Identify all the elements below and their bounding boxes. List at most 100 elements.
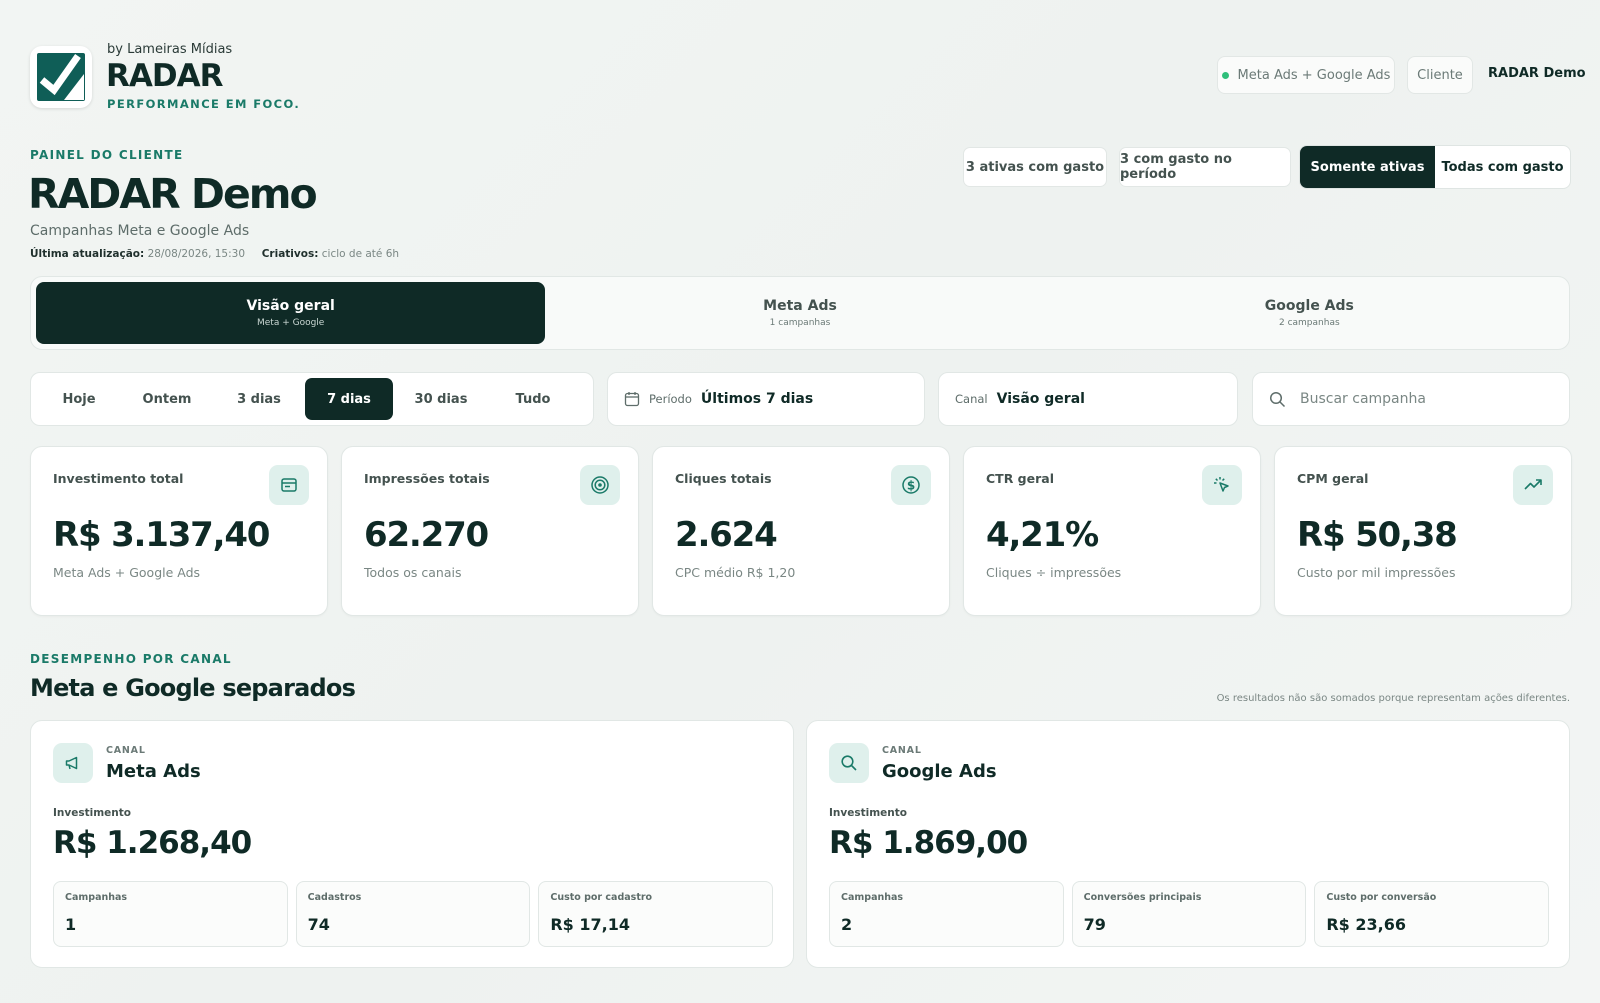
stat-value: R$ 17,14 [550,915,630,934]
updated-label: Última atualização: [30,248,145,260]
kpi-label: Investimento total [53,471,184,486]
kpi-label: Cliques totais [675,471,772,486]
range-yesterday-button[interactable]: Ontem [121,378,213,420]
brand-tagline: PERFORMANCE EM FOCO. [107,97,301,111]
brand-byline: by Lameiras Mídias [107,42,233,57]
click-icon [1202,465,1242,505]
channel-eyebrow: CANAL [106,745,146,756]
wallet-icon [269,465,309,505]
stat-value: 1 [65,915,77,934]
stat-box: Cadastros 74 [295,881,531,947]
logo-check-icon [37,53,85,101]
search-placeholder: Buscar campanha [1300,391,1426,407]
tab-overview[interactable]: Visão geral Meta + Google [36,282,546,344]
creatives-label: Criativos: [261,248,319,260]
kpi-card-impressions: Impressões totais 62.270 Todos os canais [341,446,639,616]
campaign-filter-toggle: Somente ativas Todas com gasto [1299,145,1571,189]
kpi-subtext: CPC médio R$ 1,20 [675,565,796,580]
tab-title: Meta Ads [763,298,837,314]
kpi-value: R$ 3.137,40 [53,515,270,555]
kpi-subtext: Custo por mil impressões [1297,565,1456,580]
page-subtitle: Campanhas Meta e Google Ads [30,223,250,239]
megaphone-icon [53,743,93,783]
stat-label: Campanhas [841,892,904,903]
channel-stats: Campanhas 1 Cadastros 74 Custo por cadas… [53,881,774,947]
search-icon [829,743,869,783]
stat-box: Conversões principais 79 [1071,881,1307,947]
page-eyebrow: PAINEL DO CLIENTE [30,148,184,162]
stat-box: Custo por cadastro R$ 17,14 [538,881,774,947]
channel-name: Meta Ads [106,761,201,782]
status-dot-icon [1221,71,1229,79]
kpi-subtext: Cliques ÷ impressões [986,565,1122,580]
client-pill[interactable]: Cliente [1407,56,1473,94]
svg-text:$: $ [907,479,915,493]
range-all-button[interactable]: Tudo [489,378,577,420]
search-icon [1269,391,1286,407]
kpi-subtext: Todos os canais [364,565,462,580]
channel-label: Canal [955,392,988,406]
channel-select[interactable]: Canal Visão geral [938,372,1238,426]
stat-box: Campanhas 2 [829,881,1064,947]
section-eyebrow: DESEMPENHO POR CANAL [30,652,232,666]
only-active-button[interactable]: Somente ativas [1300,146,1435,188]
kpi-value: 2.624 [675,515,778,555]
period-label: Período [649,392,692,406]
all-with-spend-button[interactable]: Todas com gasto [1435,146,1570,188]
spend-in-period-button[interactable]: 3 com gasto no período [1119,147,1291,187]
target-icon [580,465,620,505]
range-today-button[interactable]: Hoje [37,378,121,420]
trend-up-icon [1513,465,1553,505]
channels-status-pill[interactable]: Meta Ads + Google Ads [1217,56,1395,94]
tab-google-ads[interactable]: Google Ads 2 campanhas [1055,282,1564,344]
channel-value: Visão geral [996,391,1085,407]
kpi-value: R$ 50,38 [1297,515,1458,555]
channel-card-meta: CANAL Meta Ads Investimento R$ 1.268,40 … [30,720,794,968]
brand-logo [30,46,92,108]
stat-label: Custo por conversão [1326,892,1437,903]
kpi-card-ctr: CTR geral 4,21% Cliques ÷ impressões [963,446,1261,616]
tab-subtitle: 1 campanhas [769,318,831,328]
channel-stats: Campanhas 2 Conversões principais 79 Cus… [829,881,1550,947]
period-select[interactable]: Período Últimos 7 dias [607,372,925,426]
date-range-selector: Hoje Ontem 3 dias 7 dias 30 dias Tudo [30,372,594,426]
stat-value: R$ 23,66 [1326,915,1406,934]
brand-name: RADAR [106,58,223,94]
search-input[interactable]: Buscar campanha [1252,372,1570,426]
tab-subtitle: 2 campanhas [1278,318,1340,328]
kpi-label: CPM geral [1297,471,1369,486]
range-3-days-button[interactable]: 3 dias [213,378,305,420]
stat-label: Cadastros [307,892,362,903]
kpi-label: CTR geral [986,471,1054,486]
calendar-icon [624,392,640,407]
stat-box: Custo por conversão R$ 23,66 [1314,881,1550,947]
active-with-spend-button[interactable]: 3 ativas com gasto [963,147,1107,187]
range-30-days-button[interactable]: 30 dias [393,378,489,420]
stat-value: 2 [841,915,853,934]
update-info: Última atualização: 28/08/2026, 15:30 Cr… [30,248,399,260]
channels-status-label: Meta Ads + Google Ads [1237,67,1391,83]
kpi-value: 62.270 [364,515,489,555]
stat-label: Campanhas [65,892,128,903]
kpi-card-cpm: CPM geral R$ 50,38 Custo por mil impress… [1274,446,1572,616]
kpi-card-clicks: Cliques totais $ 2.624 CPC médio R$ 1,20 [652,446,950,616]
channel-tabs: Visão geral Meta + Google Meta Ads 1 cam… [30,276,1570,350]
section-note: Os resultados não são somados porque rep… [1216,693,1570,704]
investment-label: Investimento [829,807,907,819]
investment-label: Investimento [53,807,131,819]
channel-card-google: CANAL Google Ads Investimento R$ 1.869,0… [806,720,1570,968]
kpi-value: 4,21% [986,515,1099,555]
period-value: Últimos 7 dias [700,391,814,407]
creatives-value: ciclo de até 6h [321,248,400,260]
investment-value: R$ 1.268,40 [53,825,252,861]
investment-value: R$ 1.869,00 [829,825,1028,861]
section-title: Meta e Google separados [30,674,356,702]
stat-label: Custo por cadastro [550,892,653,903]
stat-label: Conversões principais [1083,892,1202,903]
tab-meta-ads[interactable]: Meta Ads 1 campanhas [545,282,1054,344]
tab-title: Google Ads [1264,298,1354,314]
updated-value: 28/08/2026, 15:30 [147,248,246,260]
kpi-subtext: Meta Ads + Google Ads [53,565,201,580]
range-7-days-button[interactable]: 7 dias [305,378,393,420]
stat-value: 79 [1083,915,1106,934]
